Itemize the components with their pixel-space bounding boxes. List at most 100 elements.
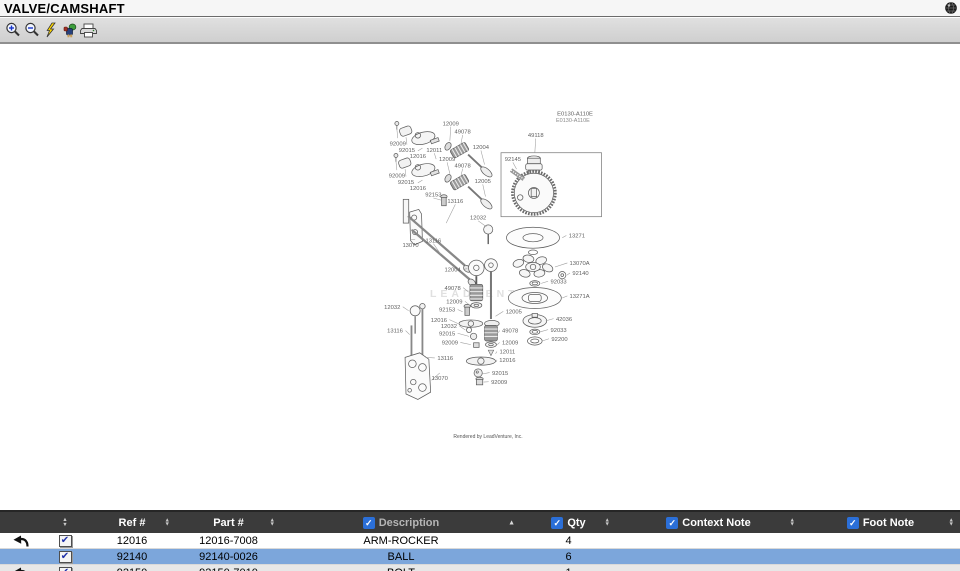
part-label-12009[interactable]: 12009 [439,157,455,163]
part-label-13116[interactable]: 13116 [426,238,442,244]
column-checkbox-qty[interactable]: ✓ [551,517,563,529]
column-header-part[interactable]: Part # ▲▼ [176,512,281,533]
part-label-92015[interactable]: 92015 [439,331,455,337]
back-to-diagram-arrow-icon[interactable] [13,535,29,547]
table-row[interactable]: ✔1201612016-7008ARM-ROCKER4 [0,533,960,549]
sort-toggle-icon[interactable]: ▲▼ [949,518,954,527]
column-header-foot[interactable]: ✓Foot Note▲▼ [801,512,960,533]
context-cell [616,565,801,571]
part-label-92015[interactable]: 92015 [492,371,508,377]
part-label-13116[interactable]: 13116 [447,199,463,205]
part-label-49078[interactable]: 49078 [455,163,471,169]
row-checkbox[interactable]: ✔ [59,551,72,563]
column-header-desc[interactable]: ✓Description▲ [281,512,521,533]
part-label-92033[interactable]: 92033 [550,279,566,285]
part-label-92009[interactable]: 92009 [390,141,406,147]
leader-line [447,162,450,173]
part-label-12016[interactable]: 12016 [431,318,447,324]
leader-line [460,342,471,344]
qty-cell: 6 [521,549,616,564]
part-label-12005[interactable]: 12005 [506,310,522,316]
part-label-92015[interactable]: 92015 [399,148,415,154]
sort-toggle-icon[interactable]: ▲▼ [605,518,610,527]
column-header-qty[interactable]: ✓Qty▲▼ [521,512,616,533]
part-label-12016[interactable]: 12016 [499,358,515,364]
sort-toggle-icon[interactable]: ▲▼ [62,518,67,527]
part-label-13116[interactable]: 13116 [437,356,453,362]
part-label-12016[interactable]: 12016 [410,154,426,160]
part-label-92200[interactable]: 92200 [551,337,568,343]
nav-cell [0,549,42,564]
leader-line [406,137,407,144]
part-label-12016[interactable]: 12016 [410,186,426,192]
part-label-92153[interactable]: 92153 [439,308,455,314]
part-label-12009[interactable]: 12009 [446,299,462,305]
column-header-context[interactable]: ✓Context Note▲▼ [616,512,801,533]
part-label-12011[interactable]: 12011 [426,148,442,154]
column-header-select[interactable]: ▲▼ [42,512,88,533]
part-label-92153[interactable]: 92153 [425,193,441,199]
leader-line [463,288,468,292]
row-checkbox[interactable]: ✔ [59,567,72,571]
leader-line [397,129,398,138]
leader-line [555,263,567,267]
table-row[interactable]: ✔9214092140-0026BALL6 [0,549,960,565]
leader-line [496,311,504,316]
ref-cell: 92150 [88,565,176,571]
part-label-12009[interactable]: 12009 [443,121,459,127]
sort-toggle-icon[interactable]: ▲▼ [165,518,170,527]
part-label-12032[interactable]: 12032 [384,305,400,311]
part-label-92009[interactable]: 92009 [442,341,458,347]
part-label-92009[interactable]: 92009 [491,380,507,386]
part-label-49118[interactable]: 49118 [528,133,544,139]
zoom-out-button[interactable] [22,20,41,40]
print-button[interactable] [79,20,98,40]
part-label-92140[interactable]: 92140 [572,271,589,277]
column-header-ref[interactable]: Ref #▲▼ [88,512,176,533]
part-label-12011[interactable]: 12011 [500,350,516,356]
part-label-12032[interactable]: 12032 [441,324,457,330]
zoom-in-button[interactable] [3,20,22,40]
column-checkbox-context[interactable]: ✓ [666,517,678,529]
part-label-92033[interactable]: 92033 [550,328,566,334]
part-label-13070A[interactable]: 13070A [570,261,590,267]
part-label-13271[interactable]: 13271 [569,234,585,240]
sort-toggle-icon[interactable]: ▲▼ [270,518,275,527]
part-label-12009[interactable]: 12009 [502,341,518,347]
parts-assistant-button[interactable] [60,20,79,40]
part-label-49078[interactable]: 49078 [455,130,471,136]
column-checkbox-desc[interactable]: ✓ [363,517,375,529]
part-label-12032[interactable]: 12032 [470,215,486,221]
column-label: Part # [213,517,244,529]
part-label-49078[interactable]: 49078 [502,329,518,335]
leader-line [446,204,455,223]
part-label-13116[interactable]: 13116 [387,329,403,335]
hotspot-toggle-button[interactable] [41,20,60,40]
back-to-diagram-arrow-icon[interactable] [13,567,29,571]
leader-line [546,319,554,321]
table-body: ✔1201612016-7008ARM-ROCKER4✔9214092140-0… [0,533,960,571]
sort-toggle-icon[interactable]: ▲▼ [790,518,795,527]
part-label-E0130-A110E[interactable]: E0130-A110E [557,111,593,117]
leader-line [403,307,409,311]
part-label-49078[interactable]: 49078 [444,286,460,292]
part-label-12004[interactable]: 12004 [473,145,490,151]
foot-cell [801,533,960,548]
part-label-92145[interactable]: 92145 [505,157,521,163]
part-label-92015[interactable]: 92015 [398,180,414,186]
part-label-42036[interactable]: 42036 [556,317,572,323]
part-label-92009[interactable]: 92009 [389,173,405,179]
part-label-13271A[interactable]: 13271A [570,294,590,300]
desc-cell: BOLT [281,565,521,571]
globe-icon[interactable] [944,1,958,15]
print-icon [80,23,97,38]
row-checkbox[interactable]: ✔ [59,535,72,547]
part-label-12005[interactable]: 12005 [475,179,491,185]
part-label-13070[interactable]: 13070 [402,243,419,249]
table-row[interactable]: ✔9215092150-7010BOLT1 [0,565,960,571]
sort-asc-icon[interactable]: ▲ [508,519,515,526]
part-label-12004[interactable]: 12004 [444,268,461,274]
column-checkbox-foot[interactable]: ✓ [847,517,859,529]
part-label-13070[interactable]: 13070 [432,376,449,382]
select-cell: ✔ [42,549,88,564]
